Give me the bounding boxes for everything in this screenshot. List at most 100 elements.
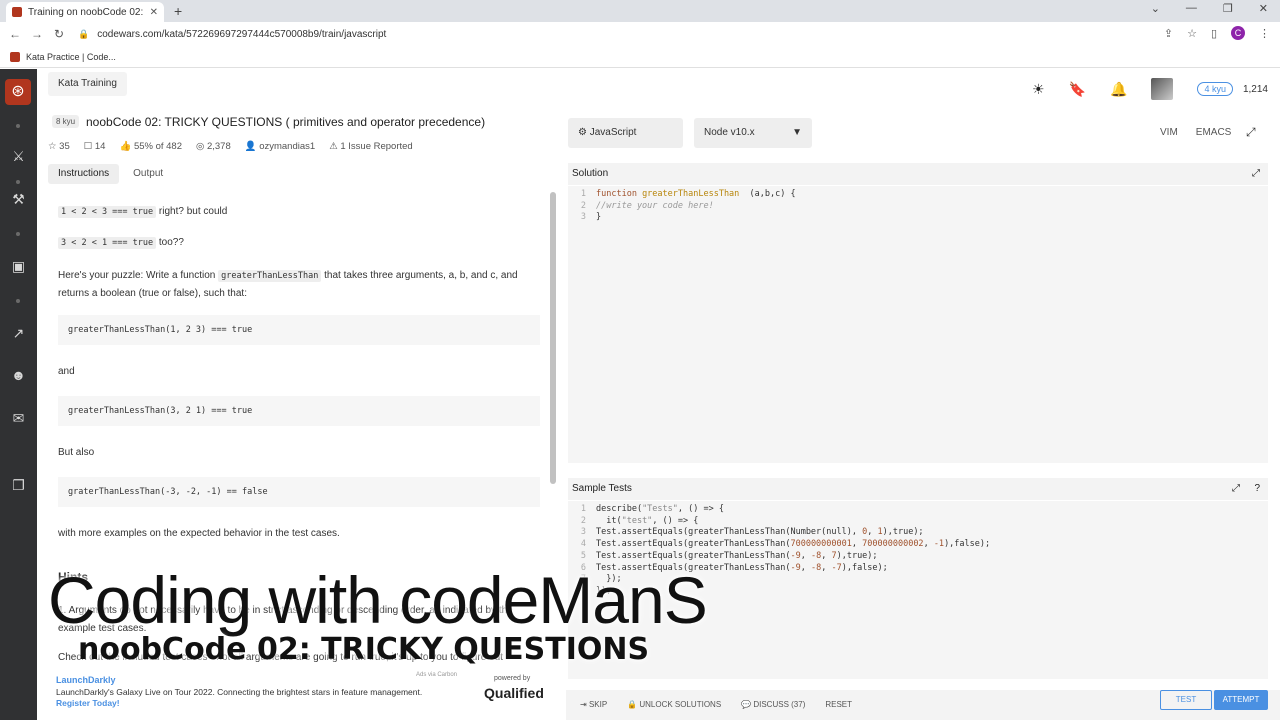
qualified-logo[interactable]: Qualified — [484, 685, 544, 701]
code-line: 2//write your code here! — [568, 200, 714, 212]
reload-icon[interactable]: ↻ — [48, 27, 70, 41]
satisfaction-stat: 👍 55% of 482 — [119, 141, 183, 152]
bookmark-icon[interactable]: 🔖 — [1069, 81, 1086, 98]
ad-text: LaunchDarkly's Galaxy Live on Tour 2022.… — [56, 687, 423, 708]
stars-stat[interactable]: ☆ 35 — [48, 141, 70, 152]
user-avatar[interactable] — [1151, 78, 1174, 100]
line-number: 1 — [580, 504, 586, 514]
theme-sun-icon[interactable]: ☀ — [1032, 81, 1045, 98]
but-also-text: But also — [58, 447, 95, 458]
discuss-button[interactable]: 💬 DISCUSS (37) — [733, 695, 813, 715]
comment-icon: 💬 — [741, 700, 754, 709]
sponsor-ad: LaunchDarkly Ads via Carbon LaunchDarkly… — [48, 670, 548, 718]
address-bar: ← → ↻ 🔒 codewars.com/kata/57226969729744… — [0, 22, 1280, 46]
expand-solution-icon[interactable]: ⤢ — [1252, 163, 1260, 185]
attempt-button[interactable]: ATTEMPT — [1214, 690, 1268, 710]
unlock-solutions-button[interactable]: 🔒 UNLOCK SOLUTIONS — [619, 695, 729, 715]
browser-tab-bar: Training on noobCode 02: TRICK ✕ + ⌄ — ❐… — [0, 0, 1280, 22]
more-examples-text: with more examples on the expected behav… — [58, 528, 340, 539]
sidepanel-icon[interactable]: ▯ — [1211, 27, 1217, 40]
line-number: 2 — [580, 200, 586, 211]
person-icon: 👤 — [244, 141, 260, 152]
language-selector[interactable]: ⚙ JavaScript — [568, 118, 683, 148]
sample-tests-header: Sample Tests ⤢ ? — [568, 478, 1268, 500]
honor-count: 1,214 — [1242, 83, 1268, 95]
help-icon[interactable]: ? — [1254, 478, 1260, 500]
lock-icon: 🔒 — [78, 28, 90, 39]
tab-close-icon[interactable]: ✕ — [150, 7, 158, 18]
instructions-scrollbar[interactable] — [550, 192, 556, 484]
test-button[interactable]: TEST — [1160, 690, 1212, 710]
practice-icon[interactable]: ⚔ — [0, 148, 37, 165]
fullscreen-icon[interactable]: ⤢ — [1246, 125, 1256, 140]
warning-icon: ⚠ — [329, 141, 341, 152]
menu-icon[interactable]: ⋮ — [1259, 27, 1270, 40]
minimize-icon[interactable]: — — [1186, 2, 1197, 15]
ad-register-link[interactable]: Register Today! — [56, 698, 120, 708]
skip-button[interactable]: ⇥ SKIP — [572, 695, 615, 715]
codewars-logo-icon[interactable]: ⊛ — [5, 79, 31, 105]
instruction-line: 3 < 2 < 1 === true too?? — [58, 237, 184, 249]
runtime-selector[interactable]: Node v10.x ▼ — [694, 118, 812, 148]
bookmark-item[interactable]: Kata Practice | Code... — [26, 52, 116, 62]
back-icon[interactable]: ← — [4, 27, 26, 41]
rank-badge: 4 kyu — [1197, 82, 1233, 96]
kyu-badge: 8 kyu — [52, 115, 80, 128]
emacs-mode-button[interactable]: EMACS — [1196, 127, 1232, 138]
overlay-title: Coding with codeManS — [48, 563, 708, 637]
bookmark-outline-icon: ☐ — [83, 141, 95, 152]
forward-icon[interactable]: → — [26, 27, 48, 41]
language-icon: ⚙ — [578, 127, 590, 138]
line-number: 2 — [580, 515, 586, 526]
dojo-icon[interactable]: ⚒ — [0, 191, 37, 208]
code-line: 3} — [568, 211, 601, 223]
url-field[interactable]: 🔒 codewars.com/kata/572269697297444c5700… — [78, 24, 1178, 44]
browser-tab[interactable]: Training on noobCode 02: TRICK ✕ — [6, 2, 164, 22]
star-icon[interactable]: ☆ — [1187, 27, 1197, 40]
tab-instructions[interactable]: Instructions — [48, 164, 120, 184]
code-line: 1 function greaterThanLessThan (a,b,c) { — [568, 188, 796, 200]
code-line: 2 it("test", () => { — [568, 515, 699, 527]
chat-icon[interactable]: ✉ — [0, 410, 37, 427]
leaderboard-icon[interactable]: ↗ — [0, 325, 37, 342]
issues-link[interactable]: ⚠ 1 Issue Reported — [329, 141, 413, 152]
lock-icon: 🔒 — [627, 700, 640, 709]
restore-icon[interactable]: ❐ — [1223, 2, 1233, 15]
url-text: codewars.com/kata/572269697297444c570008… — [97, 28, 387, 40]
solution-editor[interactable]: 1 function greaterThanLessThan (a,b,c) {2… — [568, 186, 1268, 463]
powered-by-label: powered by — [494, 675, 531, 682]
tab-output[interactable]: Output — [123, 164, 173, 184]
share-icon[interactable]: ⇪ — [1164, 27, 1173, 40]
code-line: 3 Test.assertEquals(greaterThanLessThan(N… — [568, 526, 924, 538]
thumbs-up-icon: 👍 — [119, 141, 134, 152]
editor-modes: VIM EMACS — [1160, 127, 1231, 138]
star-icon: ☆ — [48, 141, 60, 152]
ad-brand[interactable]: LaunchDarkly — [56, 675, 116, 685]
and-text: and — [58, 366, 75, 377]
briefcase-icon[interactable]: ▣ — [0, 258, 37, 275]
vim-mode-button[interactable]: VIM — [1160, 127, 1178, 138]
instruction-tabs: Instructions Output — [48, 164, 173, 184]
author-link[interactable]: 👤 ozymandias1 — [245, 141, 315, 152]
docs-icon[interactable]: ❐ — [0, 477, 37, 494]
tab-search-icon[interactable]: ⌄ — [1151, 2, 1160, 15]
sidebar-dot — [16, 124, 20, 128]
line-number: 4 — [580, 539, 586, 550]
ad-via[interactable]: Ads via Carbon — [416, 672, 457, 678]
discord-icon[interactable]: ☻ — [0, 367, 37, 383]
profile-avatar[interactable]: C — [1231, 26, 1245, 40]
close-window-icon[interactable]: ✕ — [1259, 2, 1268, 15]
kata-training-label[interactable]: Kata Training — [48, 72, 127, 96]
window-controls: ⌄ — ❐ ✕ — [1151, 2, 1268, 15]
sidebar-dot — [16, 180, 20, 184]
code-example: greaterThanLessThan(3, 2 1) === true — [58, 396, 540, 426]
notification-bell-icon[interactable]: 🔔 — [1110, 81, 1127, 98]
reset-button[interactable]: RESET — [817, 695, 860, 715]
instruction-line: 1 < 2 < 3 === true right? but could — [58, 206, 227, 218]
overlay-subtitle: noobCode 02: TRICKY QUESTIONS — [78, 632, 650, 667]
target-icon: ◎ — [196, 141, 207, 152]
line-number: 1 — [580, 189, 586, 199]
skip-icon: ⇥ — [580, 700, 589, 709]
new-tab-button[interactable]: + — [174, 3, 182, 19]
expand-tests-icon[interactable]: ⤢ — [1232, 478, 1240, 500]
